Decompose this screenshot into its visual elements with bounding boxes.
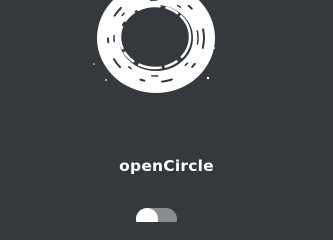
splash-screen: openCircle xyxy=(0,0,333,222)
app-name: openCircle xyxy=(119,157,214,175)
brush-circle-icon xyxy=(93,0,215,93)
toggle-switch[interactable] xyxy=(136,208,177,222)
toggle-knob[interactable] xyxy=(136,208,158,222)
